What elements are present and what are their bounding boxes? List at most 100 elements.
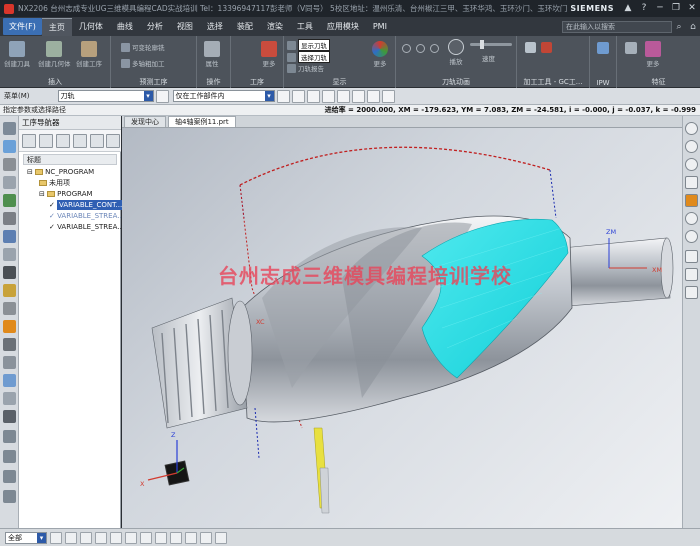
expand-view-icon[interactable] <box>106 134 120 148</box>
method-view-icon[interactable] <box>73 134 87 148</box>
tab-applications[interactable]: 应用模块 <box>320 18 366 35</box>
undo-icon[interactable] <box>685 158 698 171</box>
gc-tool-2-icon[interactable] <box>541 42 552 53</box>
roles-icon[interactable] <box>3 302 16 315</box>
close-button[interactable]: ✕ <box>684 2 700 15</box>
selection-scope-select[interactable]: 仅在工作部件内 <box>172 90 275 102</box>
create-operation-button[interactable]: 创建工序 <box>76 41 102 68</box>
mcs-icon[interactable] <box>291 89 305 103</box>
part-navigator-icon[interactable] <box>3 140 16 153</box>
tree-item-unused[interactable]: 未用项 <box>39 178 70 188</box>
section-icon[interactable] <box>685 212 698 225</box>
filter-icon[interactable] <box>155 89 169 103</box>
vertex-icon[interactable] <box>200 531 212 544</box>
tab-part-file[interactable]: 轴4轴案例11.prt <box>168 116 236 127</box>
tab-pmi[interactable]: PMI <box>366 19 394 34</box>
help-icon[interactable]: ? <box>636 2 652 15</box>
select-toolpath-button[interactable]: 选择刀轨 <box>287 51 330 63</box>
tab-geometry[interactable]: 几何体 <box>72 18 110 35</box>
show-toolpath-button[interactable]: 显示刀轨 <box>287 39 330 51</box>
program-view-icon[interactable] <box>22 134 36 148</box>
pole-icon[interactable] <box>185 531 197 544</box>
existing-point-icon[interactable] <box>170 531 182 544</box>
display-more-button[interactable]: 更多 <box>372 41 388 68</box>
gc-tool-icon[interactable] <box>525 42 536 53</box>
snap-icon[interactable] <box>306 89 320 103</box>
tab-analysis[interactable]: 分析 <box>140 18 170 35</box>
tab-discovery-center[interactable]: 发现中心 <box>124 116 166 127</box>
reuse-library-icon[interactable] <box>3 212 16 225</box>
constraint-navigator-icon[interactable] <box>3 176 16 189</box>
settings-icon[interactable] <box>3 410 16 423</box>
quadrant-icon[interactable] <box>140 531 152 544</box>
point-on-curve-icon[interactable] <box>155 531 167 544</box>
select-all-icon[interactable] <box>336 89 350 103</box>
speed-slider-thumb[interactable] <box>480 40 484 49</box>
tab-render[interactable]: 渲染 <box>260 18 290 35</box>
control-point-icon[interactable] <box>95 531 107 544</box>
pause-icon[interactable] <box>685 230 698 243</box>
view-icon[interactable] <box>276 89 290 103</box>
selection-filter-select[interactable]: 全部 <box>5 531 47 544</box>
play-back-icon[interactable] <box>430 44 439 53</box>
measure-icon[interactable] <box>215 531 227 544</box>
info-icon[interactable] <box>3 450 16 463</box>
play-button[interactable]: 播放 <box>448 39 464 66</box>
toolpath-report-button[interactable]: 刀轨报告 <box>287 63 324 73</box>
rotate-icon[interactable] <box>685 268 698 281</box>
operation-navigator-icon[interactable] <box>3 122 16 135</box>
ipw-icon[interactable] <box>597 42 609 54</box>
home-icon[interactable]: ⌂ <box>686 20 700 34</box>
deselect-icon[interactable] <box>351 89 365 103</box>
tree-item-nc-program[interactable]: ⊟ NC_PROGRAM <box>27 167 94 177</box>
play-icon[interactable] <box>685 122 698 135</box>
tab-tools[interactable]: 工具 <box>290 18 320 35</box>
tab-curve[interactable]: 曲线 <box>110 18 140 35</box>
palette-icon[interactable] <box>3 356 16 369</box>
history-icon[interactable] <box>3 266 16 279</box>
tool-view-icon[interactable] <box>39 134 53 148</box>
snap-point-icon[interactable] <box>50 531 62 544</box>
refresh-icon[interactable] <box>381 89 395 103</box>
tree-item-program[interactable]: ⊟ PROGRAM <box>39 189 93 199</box>
teamcenter-icon[interactable] <box>3 392 16 405</box>
restore-button[interactable]: ❐ <box>668 2 684 15</box>
feature-more-button[interactable]: 更多 <box>645 41 661 68</box>
file-menu-button[interactable]: 文件(F) <box>3 18 42 35</box>
procedure-more-button[interactable]: 更多 <box>261 41 277 68</box>
column-header-name[interactable]: 标题 <box>23 154 117 165</box>
geometry-view-icon[interactable] <box>56 134 70 148</box>
tab-assembly[interactable]: 装配 <box>230 18 260 35</box>
minimize-button[interactable]: ─ <box>652 2 668 15</box>
step-back-icon[interactable] <box>416 44 425 53</box>
intersection-icon[interactable] <box>110 531 122 544</box>
create-tool-button[interactable]: 创建刀具 <box>4 41 30 68</box>
type-filter-select[interactable]: 刀轨 <box>57 90 154 102</box>
tree-item-op-1-checkmark[interactable]: ✓ <box>49 200 55 210</box>
tab-view[interactable]: 视图 <box>170 18 200 35</box>
endpoint-icon[interactable] <box>65 531 77 544</box>
filter-view-icon[interactable] <box>90 134 104 148</box>
rewind-icon[interactable] <box>402 44 411 53</box>
ribbon-toggle-icon[interactable]: ▲ <box>620 2 636 15</box>
pan-icon[interactable] <box>685 286 698 299</box>
web-browser-icon[interactable] <box>3 248 16 261</box>
mtb-icon[interactable] <box>3 374 16 387</box>
speed-slider[interactable] <box>470 43 512 46</box>
zoom-fit-icon[interactable] <box>685 250 698 263</box>
csys-icon[interactable] <box>685 176 698 189</box>
tree-item-variable-contour[interactable]: VARIABLE_CONT... <box>57 200 125 210</box>
command-search-input[interactable]: 在此输入以搜索 <box>562 20 672 33</box>
tab-home[interactable]: 主页 <box>41 17 72 36</box>
tree-item-variable-stream-1[interactable]: ✓ VARIABLE_STREA... <box>49 211 124 221</box>
arc-center-icon[interactable] <box>125 531 137 544</box>
tab-select[interactable]: 选择 <box>200 18 230 35</box>
system-scene-icon[interactable] <box>3 320 16 333</box>
menu-dropdown[interactable]: 菜单(M) <box>4 91 30 101</box>
create-geometry-button[interactable]: 创建几何体 <box>38 41 71 68</box>
process-studio-icon[interactable] <box>3 284 16 297</box>
multi-axis-rough-button[interactable]: 多轴粗加工 <box>121 58 165 68</box>
search-icon[interactable]: ⌕ <box>672 20 686 34</box>
box-select-icon[interactable] <box>321 89 335 103</box>
machining-icon[interactable] <box>3 338 16 351</box>
